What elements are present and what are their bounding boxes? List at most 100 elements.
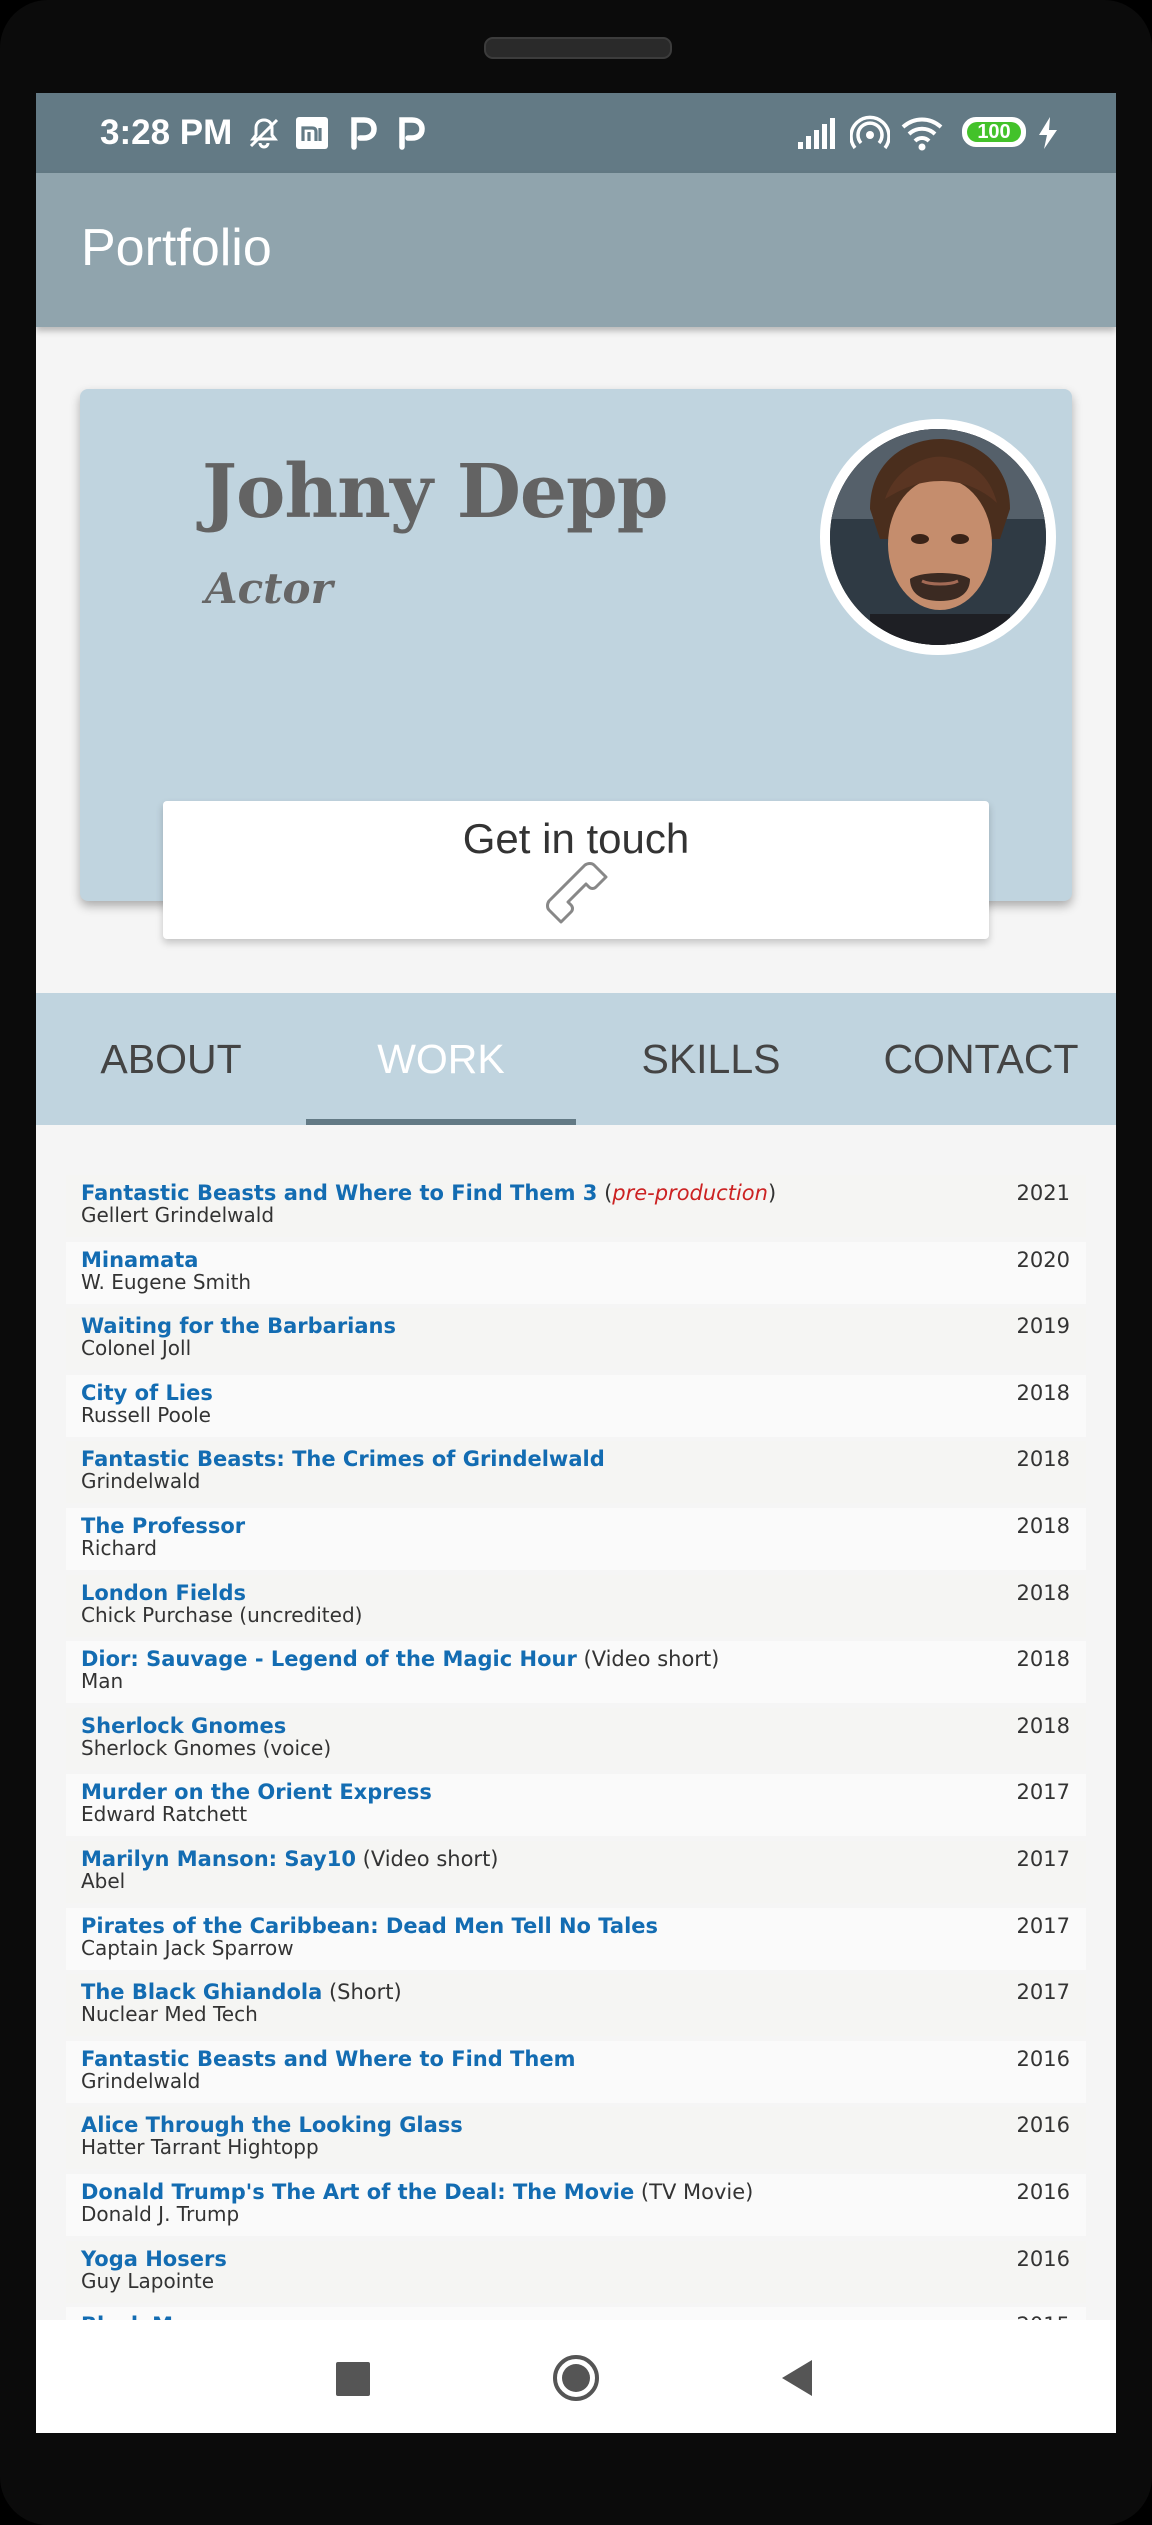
film-role: Grindelwald [81, 1469, 201, 1494]
film-year: 2017 [1016, 1980, 1070, 2005]
film-title-line: Alice Through the Looking Glass [81, 2113, 463, 2137]
film-role: Chick Purchase (uncredited) [81, 1602, 363, 1627]
film-note-open: ( [597, 1181, 613, 1205]
p-icon [351, 117, 377, 150]
film-note-close: ) [767, 1181, 777, 1205]
app-bar: Portfolio [36, 173, 1116, 327]
film-role: W. Eugene Smith [81, 1269, 252, 1294]
film-title-link[interactable]: Fantastic Beasts and Where to Find Them … [81, 1181, 597, 1205]
film-title-line: Dior: Sauvage - Legend of the Magic Hour… [81, 1647, 719, 1671]
film-year: 2016 [1016, 2113, 1070, 2138]
film-title-link[interactable]: Waiting for the Barbarians [81, 1314, 396, 1338]
film-year: 2018 [1016, 1580, 1070, 1605]
back-icon[interactable] [778, 2356, 818, 2400]
film-title-link[interactable]: Alice Through the Looking Glass [81, 2113, 463, 2137]
film-year: 2018 [1016, 1713, 1070, 1738]
film-role: Colonel Joll [81, 1336, 192, 1361]
film-year: 2016 [1016, 2046, 1070, 2071]
film-row: The Professor Richard 2018 [66, 1507, 1086, 1570]
film-type: (Short) [322, 1980, 402, 2005]
film-title-link[interactable]: The Professor [81, 1514, 245, 1538]
film-title-line: Fantastic Beasts and Where to Find Them … [81, 1181, 776, 1205]
get-in-touch-label: Get in touch [462, 815, 690, 862]
film-title-line: Yoga Hosers [81, 2247, 227, 2271]
film-year: 2017 [1016, 1913, 1070, 1938]
mute-icon [249, 118, 279, 149]
film-title-link[interactable]: Murder on the Orient Express [81, 1780, 432, 1804]
film-title-link[interactable]: Fantastic Beasts and Where to Find Them [81, 2047, 575, 2071]
film-title-line: City of Lies [81, 1381, 213, 1405]
avatar [820, 419, 1056, 655]
film-title-line: Marilyn Manson: Say10 (Video short) [81, 1847, 499, 1871]
battery-level: 100 [967, 122, 1021, 142]
film-row: London Fields Chick Purchase (uncredited)… [66, 1574, 1086, 1637]
film-row: Dior: Sauvage - Legend of the Magic Hour… [66, 1641, 1086, 1704]
film-role: Nuclear Med Tech [81, 2002, 258, 2027]
get-in-touch-button[interactable]: Get in touch [163, 801, 989, 939]
film-year: 2018 [1016, 1647, 1070, 1672]
status-time: 3:28 PM [100, 113, 233, 152]
film-title-link[interactable]: Fantastic Beasts: The Crimes of Grindelw… [81, 1447, 605, 1471]
film-title-link[interactable]: Minamata [81, 1248, 198, 1272]
film-row: City of Lies Russell Poole 2018 [66, 1374, 1086, 1437]
film-year: 2021 [1016, 1181, 1070, 1205]
film-title-line: Donald Trump's The Art of the Deal: The … [81, 2180, 753, 2204]
film-title-link[interactable]: Yoga Hosers [81, 2247, 227, 2271]
film-year: 2018 [1016, 1447, 1070, 1472]
film-row: Minamata W. Eugene Smith 2020 [66, 1241, 1086, 1304]
film-year: 2017 [1016, 1780, 1070, 1805]
film-year: 2017 [1016, 1846, 1070, 1871]
film-title-link[interactable]: Pirates of the Caribbean: Dead Men Tell … [81, 1914, 658, 1938]
film-role: Richard [81, 1535, 157, 1560]
p-icon [399, 117, 425, 150]
film-year: 2020 [1016, 1247, 1070, 1272]
charging-icon [1039, 117, 1057, 149]
signal-icon [798, 118, 835, 149]
film-title-line: Fantastic Beasts and Where to Find Them [81, 2047, 575, 2071]
recents-icon[interactable] [336, 2362, 370, 2396]
tab-contact[interactable]: CONTACT [846, 993, 1116, 1125]
film-role: Sherlock Gnomes (voice) [81, 1735, 332, 1760]
film-row: Yoga Hosers Guy Lapointe 2016 [66, 2240, 1086, 2303]
film-title-link[interactable]: Marilyn Manson: Say10 [81, 1847, 356, 1871]
film-title-line: The Professor [81, 1514, 245, 1538]
screen: 3:28 PM 100 Portfolio Johny Depp Actor G… [36, 93, 1116, 2433]
film-role: Guy Lapointe [81, 2268, 215, 2293]
home-icon[interactable] [552, 2354, 600, 2402]
film-title-line: Sherlock Gnomes [81, 1714, 286, 1738]
film-title-line: Fantastic Beasts: The Crimes of Grindelw… [81, 1447, 605, 1471]
film-role: Abel [81, 1868, 126, 1893]
film-role: Captain Jack Sparrow [81, 1935, 294, 1960]
navigation-bar [36, 2320, 1116, 2433]
film-title-link[interactable]: City of Lies [81, 1381, 213, 1405]
film-row: Fantastic Beasts and Where to Find Them … [66, 1175, 1086, 1237]
film-year: 2018 [1016, 1513, 1070, 1538]
earpiece-speaker [484, 37, 672, 59]
film-type: (Video short) [355, 1846, 499, 1871]
tab-skills[interactable]: SKILLS [576, 993, 846, 1125]
film-year: 2016 [1016, 2179, 1070, 2204]
tab-work[interactable]: WORK [306, 993, 576, 1125]
film-title-link[interactable]: Dior: Sauvage - Legend of the Magic Hour [81, 1647, 577, 1671]
film-role: Gellert Grindelwald [81, 1203, 275, 1227]
film-title-link[interactable]: London Fields [81, 1581, 246, 1605]
mi-icon [296, 117, 328, 149]
film-title-link[interactable]: Sherlock Gnomes [81, 1714, 286, 1738]
film-row: Pirates of the Caribbean: Dead Men Tell … [66, 1907, 1086, 1970]
phone-frame: 3:28 PM 100 Portfolio Johny Depp Actor G… [0, 0, 1152, 2525]
tab-about[interactable]: ABOUT [36, 993, 306, 1125]
film-row: Fantastic Beasts and Where to Find Them G… [66, 2040, 1086, 2103]
film-role: Russell Poole [81, 1402, 211, 1427]
film-title-link[interactable]: The Black Ghiandola [81, 1980, 322, 2004]
film-row: Alice Through the Looking Glass Hatter Ta… [66, 2107, 1086, 2170]
film-title-line: London Fields [81, 1581, 246, 1605]
film-year: 2016 [1016, 2246, 1070, 2271]
film-role: Man [81, 1669, 124, 1694]
film-role: Grindelwald [81, 2068, 201, 2093]
film-row: Waiting for the Barbarians Colonel Joll 20… [66, 1308, 1086, 1371]
film-title-line: Minamata [81, 1248, 198, 1272]
film-row: Sherlock Gnomes Sherlock Gnomes (voice) 20… [66, 1707, 1086, 1770]
film-title-link[interactable]: Donald Trump's The Art of the Deal: The … [81, 2180, 634, 2204]
film-type: (TV Movie) [634, 2179, 754, 2204]
profile-name: Johny Depp [202, 449, 668, 535]
